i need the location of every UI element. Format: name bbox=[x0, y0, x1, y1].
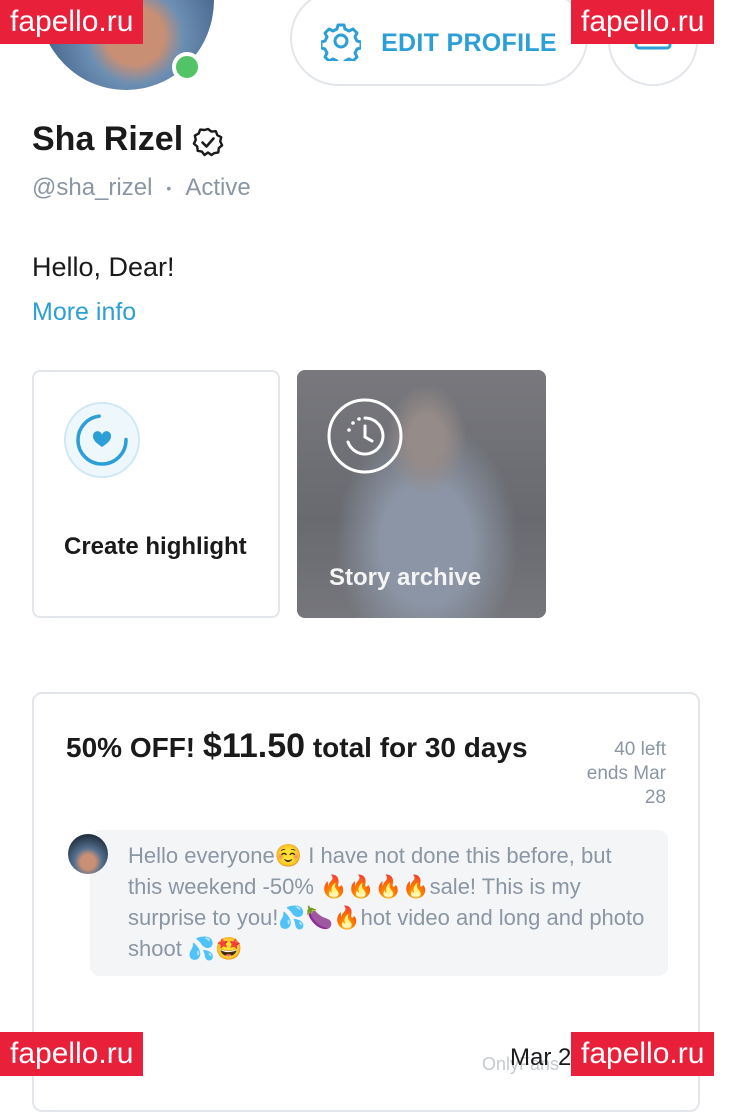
gear-icon bbox=[319, 21, 363, 66]
profile-handle: @sha_rizel bbox=[32, 174, 153, 201]
online-status-dot bbox=[172, 52, 202, 82]
promotion-terms: total for 30 days bbox=[312, 732, 528, 763]
verified-icon bbox=[192, 126, 224, 163]
promotion-price: $11.50 bbox=[202, 727, 306, 765]
promotion-remaining: 40 left bbox=[614, 739, 666, 760]
edit-profile-button[interactable]: EDIT PROFILE bbox=[290, 0, 588, 86]
handle-row: @sha_rizel • Active bbox=[32, 174, 251, 202]
create-highlight-card[interactable]: Create highlight bbox=[32, 370, 280, 618]
story-archive-card[interactable]: Story archive bbox=[297, 370, 546, 618]
watermark-top-right: fapello.ru bbox=[571, 0, 715, 44]
create-highlight-icon bbox=[62, 400, 142, 485]
create-highlight-label: Create highlight bbox=[64, 533, 247, 560]
profile-name: Sha Rizel bbox=[32, 120, 184, 158]
promotion-message: Hello everyone☺️ I have not done this be… bbox=[90, 830, 668, 976]
handle-separator: • bbox=[166, 180, 172, 196]
story-archive-label: Story archive bbox=[329, 564, 482, 591]
message-avatar[interactable] bbox=[68, 834, 108, 874]
watermark-bottom-left: fapello.ru bbox=[0, 1032, 144, 1076]
more-info-link[interactable]: More info bbox=[32, 298, 136, 327]
edit-profile-label: EDIT PROFILE bbox=[381, 28, 557, 57]
watermark-top-left: fapello.ru bbox=[0, 0, 144, 44]
watermark-bottom-right: fapello.ru bbox=[571, 1032, 715, 1076]
profile-bio: Hello, Dear! bbox=[32, 252, 175, 282]
story-archive-icon bbox=[325, 396, 405, 481]
promotion-ends: ends Mar 28 bbox=[586, 763, 666, 808]
promotion-discount: 50% OFF! bbox=[66, 732, 196, 763]
promotion-title: 50% OFF! $11.50 total for 30 days bbox=[66, 722, 536, 772]
online-status-text: Active bbox=[185, 174, 251, 201]
promotion-meta: 40 left ends Mar 28 bbox=[566, 738, 666, 810]
promotion-date: Mar 2 bbox=[510, 1044, 572, 1071]
